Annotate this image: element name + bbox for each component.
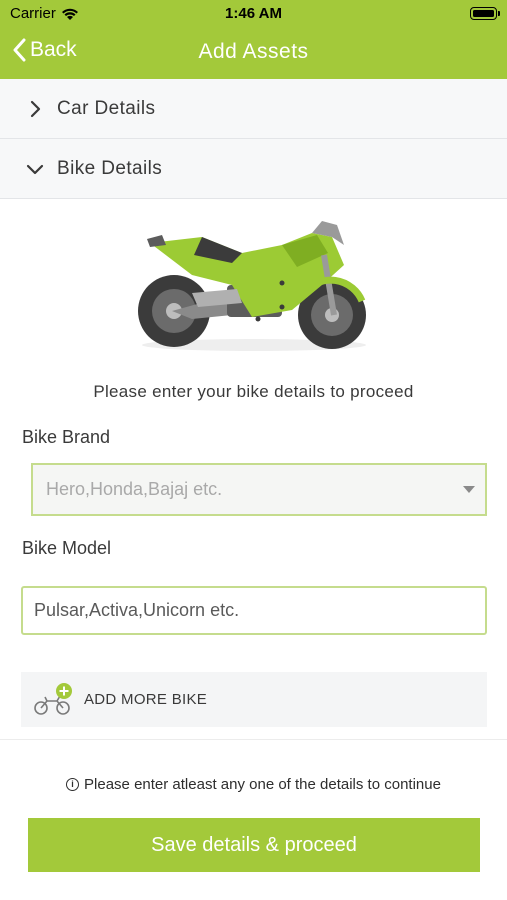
bike-brand-placeholder: Hero,Honda,Bajaj etc.	[46, 479, 223, 499]
save-proceed-button[interactable]: Save details & proceed	[28, 818, 480, 872]
accordion-car-label: Car Details	[57, 97, 156, 119]
add-more-bike-label: ADD MORE BIKE	[84, 691, 208, 708]
bike-brand-label: Bike Brand	[22, 427, 111, 447]
bike-model-label: Bike Model	[22, 538, 112, 558]
motorcycle-illustration	[138, 221, 366, 351]
add-bike-icon	[34, 682, 72, 715]
app-header: Carrier 1:46 AM Back Add Assets	[0, 0, 507, 79]
accordion-bike-label: Bike Details	[57, 157, 163, 179]
status-time: 1:46 AM	[225, 5, 282, 22]
footer-notice-text: Please enter atleast any one of the deta…	[84, 776, 441, 793]
battery-icon	[470, 7, 500, 20]
add-more-bike-button[interactable]: ADD MORE BIKE	[21, 672, 487, 727]
status-bar: Carrier 1:46 AM	[0, 0, 507, 28]
accordion-bike-details[interactable]: Bike Details	[0, 139, 507, 199]
chevron-right-icon	[30, 100, 41, 117]
footer-notice: i Please enter atleast any one of the de…	[0, 776, 507, 793]
chevron-down-icon	[26, 164, 44, 174]
accordion-car-details[interactable]: Car Details	[0, 79, 507, 139]
page-title: Add Assets	[198, 40, 309, 63]
bike-details-prompt: Please enter your bike details to procee…	[93, 382, 414, 401]
info-icon: i	[66, 778, 80, 791]
footer-divider	[0, 739, 507, 740]
bike-brand-select[interactable]: Hero,Honda,Bajaj etc.	[31, 463, 487, 516]
dropdown-caret-icon	[463, 486, 475, 493]
bike-model-input[interactable]	[21, 586, 487, 635]
